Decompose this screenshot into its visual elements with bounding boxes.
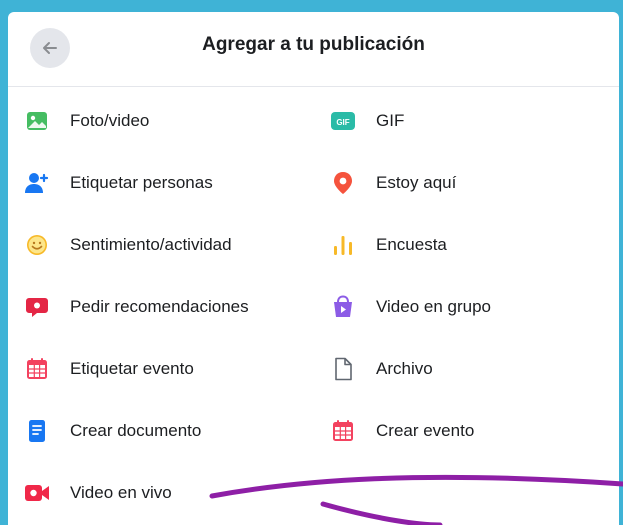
event-tag-icon	[24, 356, 50, 382]
option-label: Encuesta	[376, 235, 447, 254]
live-video-icon	[24, 480, 50, 506]
gif-icon: GIF	[330, 108, 356, 134]
option-tag-people[interactable]: Etiquetar personas	[24, 158, 314, 208]
option-ask-recommendations[interactable]: Pedir recomendaciones	[24, 282, 314, 332]
dialog-title: Agregar a tu publicación	[202, 34, 425, 55]
option-file[interactable]: Archivo	[330, 344, 610, 394]
option-label: Video en vivo	[70, 483, 172, 502]
option-create-event[interactable]: Crear evento	[330, 406, 610, 456]
option-tag-event[interactable]: Etiquetar evento	[24, 344, 314, 394]
option-feeling-activity[interactable]: Sentimiento/actividad	[24, 220, 314, 270]
document-icon	[24, 418, 50, 444]
option-create-document[interactable]: Crear documento	[24, 406, 314, 456]
tag-people-icon	[24, 170, 50, 196]
option-label: Sentimiento/actividad	[70, 235, 232, 254]
option-photo-video[interactable]: Foto/video	[24, 96, 314, 146]
svg-text:GIF: GIF	[336, 118, 349, 127]
option-label: Crear documento	[70, 421, 202, 440]
option-live-video[interactable]: Video en vivo	[24, 468, 314, 518]
option-label: GIF	[376, 111, 405, 130]
smile-icon	[24, 232, 50, 258]
option-label: Etiquetar evento	[70, 359, 194, 378]
option-group-video[interactable]: Video en grupo	[330, 282, 610, 332]
option-label: Etiquetar personas	[70, 173, 213, 192]
dialog-header: Agregar a tu publicación	[8, 12, 619, 87]
group-video-icon	[330, 294, 356, 320]
option-label: Foto/video	[70, 111, 150, 130]
option-poll[interactable]: Encuesta	[330, 220, 610, 270]
calendar-icon	[330, 418, 356, 444]
option-check-in[interactable]: Estoy aquí	[330, 158, 610, 208]
file-icon	[330, 356, 356, 382]
add-to-post-dialog: Agregar a tu publicación Foto/video Etiq…	[8, 12, 619, 525]
option-label: Archivo	[376, 359, 433, 378]
option-label: Estoy aquí	[376, 173, 457, 192]
poll-icon	[330, 232, 356, 258]
option-label: Video en grupo	[376, 297, 492, 316]
photo-icon	[24, 108, 50, 134]
option-label: Pedir recomendaciones	[70, 297, 249, 316]
option-gif[interactable]: GIF GIF	[330, 96, 610, 146]
option-label: Crear evento	[376, 421, 475, 440]
location-pin-icon	[330, 170, 356, 196]
recommendation-icon	[24, 294, 50, 320]
